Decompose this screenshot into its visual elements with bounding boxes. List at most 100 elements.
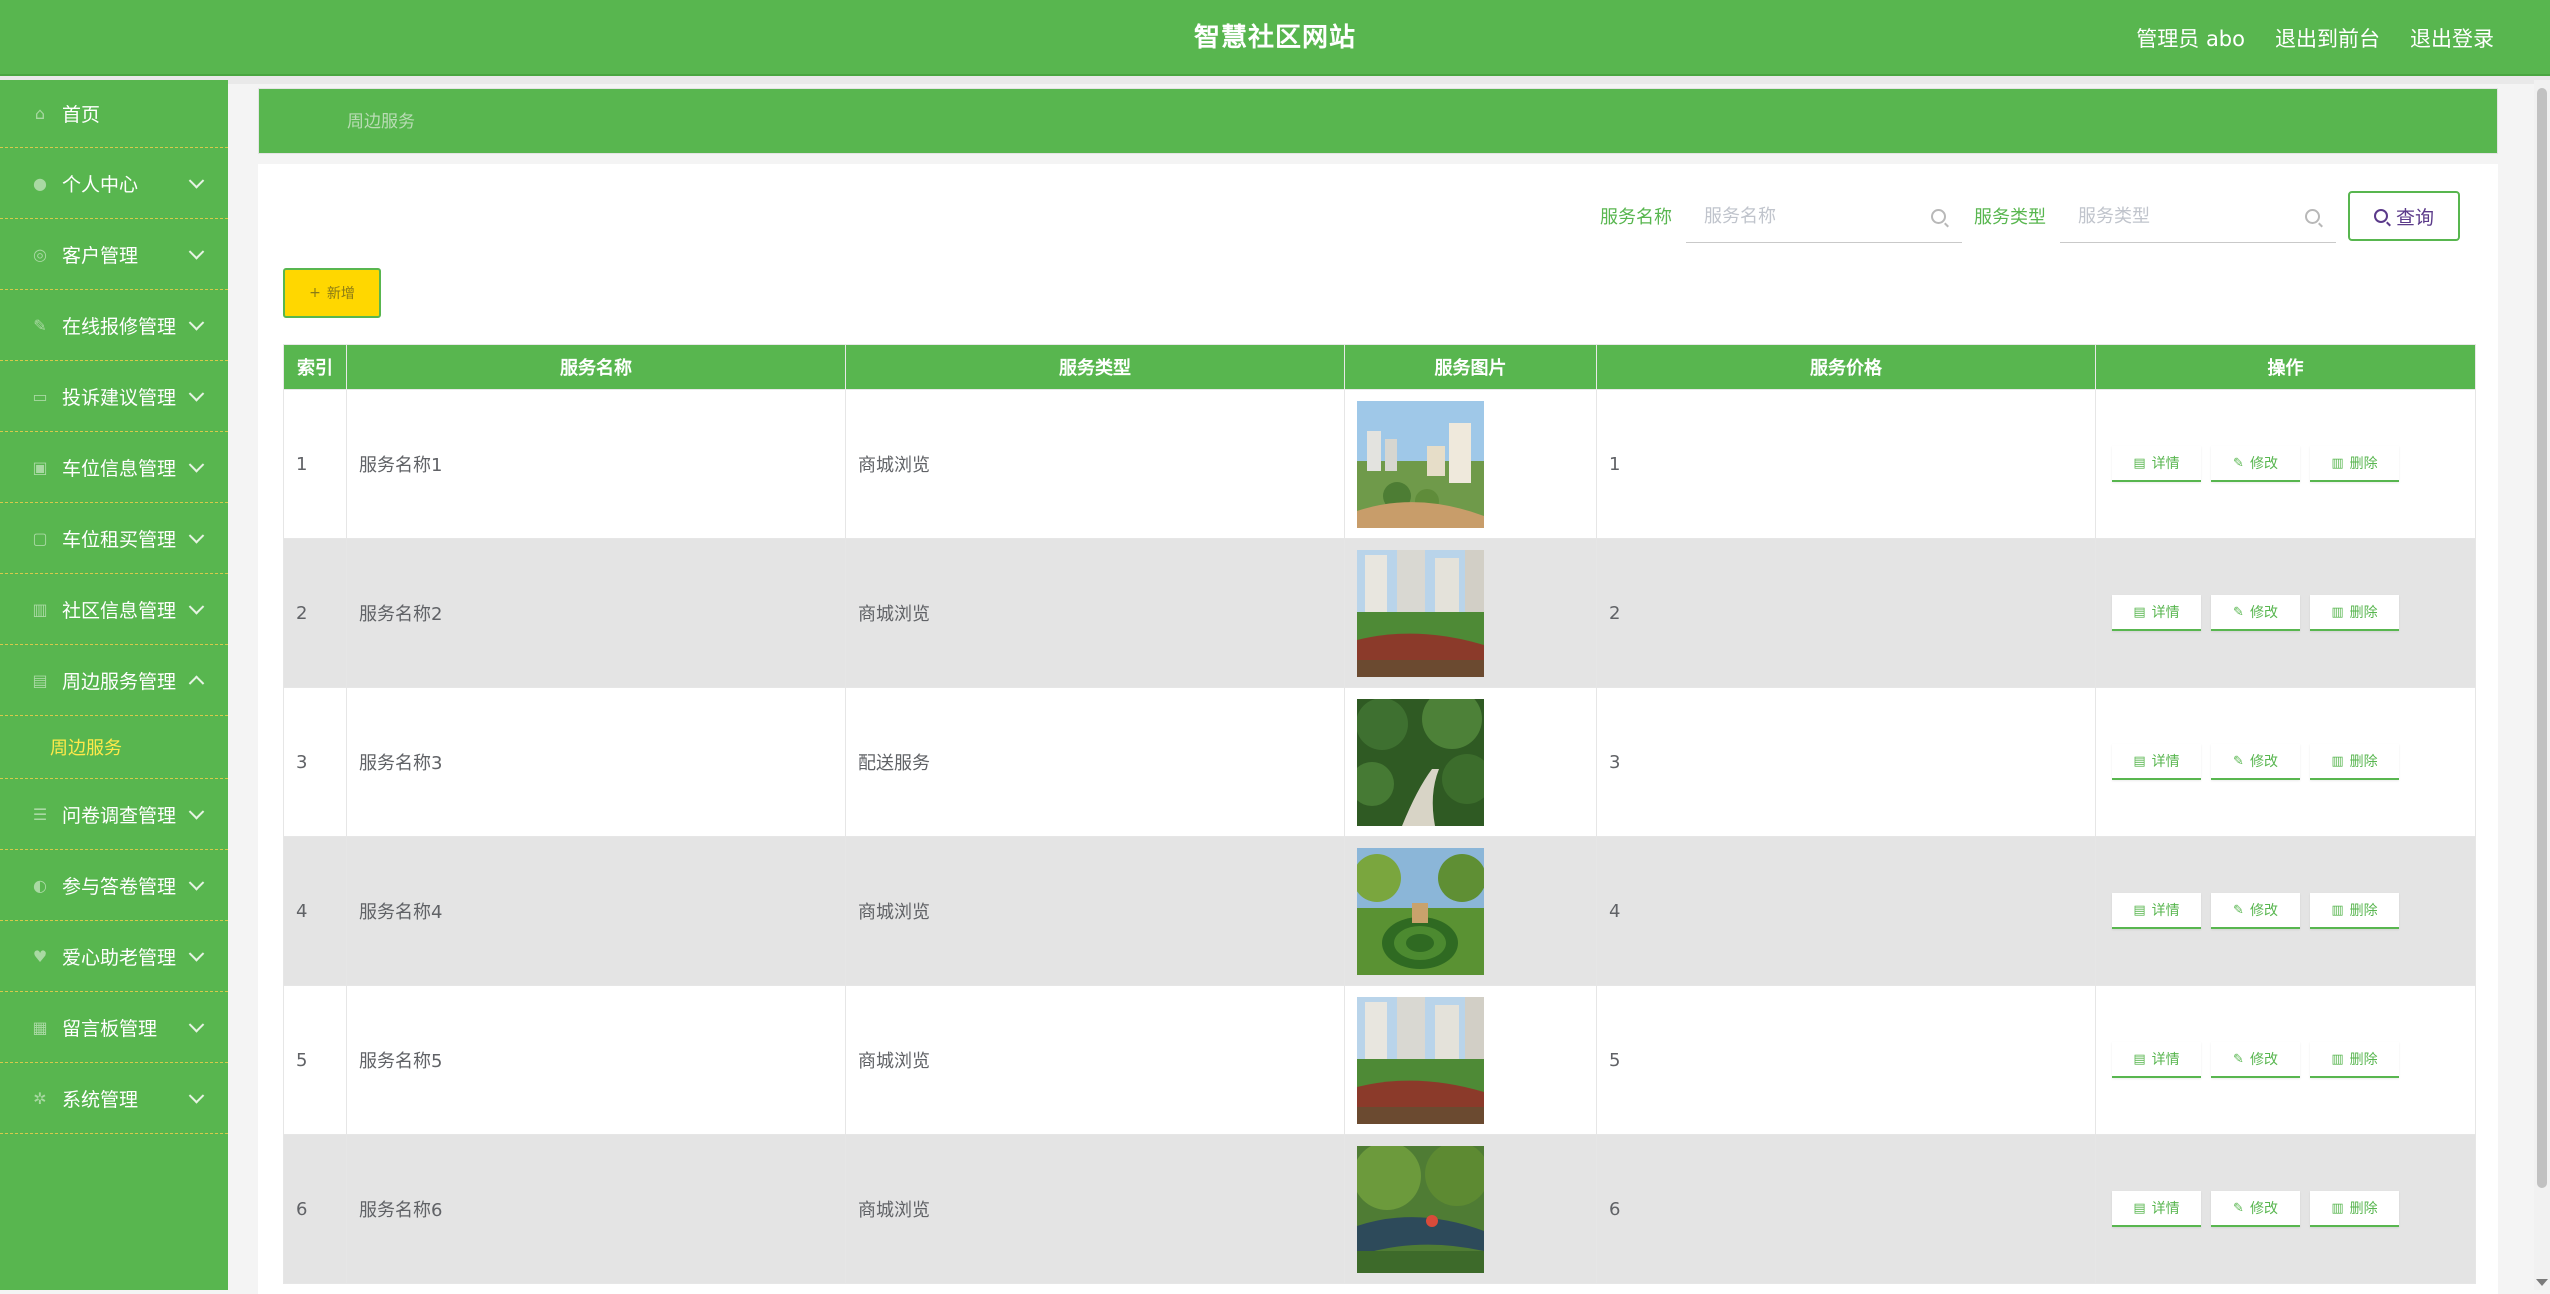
edit-button[interactable]: ✎ 修改: [2211, 893, 2300, 929]
back-to-front-link[interactable]: 退出到前台: [2275, 23, 2380, 53]
search-form: 服务名称 服务类型 查询: [1600, 188, 2460, 244]
query-button[interactable]: 查询: [2348, 191, 2460, 241]
sidebar-item-11[interactable]: ♥ 爱心助老管理: [0, 921, 228, 992]
service-photo-image[interactable]: [1357, 996, 1584, 1124]
detail-button-label: 详情: [2151, 1201, 2180, 1217]
detail-button[interactable]: ▤ 详情: [2112, 1191, 2201, 1227]
vertical-scrollbar[interactable]: [2534, 80, 2550, 1290]
sidebar-item-7[interactable]: ▥ 社区信息管理: [0, 574, 228, 645]
chevron-down-icon: [188, 599, 205, 615]
sidebar-item-2[interactable]: ◎ 客户管理: [0, 219, 228, 290]
detail-button[interactable]: ▤ 详情: [2112, 1042, 2201, 1078]
sidebar-item-label: 系统管理: [62, 1088, 139, 1111]
plus-icon: +: [309, 285, 321, 301]
row-service-image[interactable]: [1344, 836, 1597, 986]
sidebar-item-9[interactable]: ☰ 问卷调查管理: [0, 779, 228, 850]
row-service-type: 商城浏览: [845, 538, 1345, 688]
message-icon: ▦: [32, 1017, 48, 1037]
service-photo-image[interactable]: [1357, 549, 1584, 677]
delete-button[interactable]: ▥ 删除: [2310, 893, 2399, 929]
row-service-image[interactable]: [1344, 1134, 1597, 1284]
delete-button-label: 删除: [2349, 456, 2378, 472]
sidebar-item-12[interactable]: ▦ 留言板管理: [0, 992, 228, 1063]
delete-button[interactable]: ▥ 删除: [2310, 446, 2399, 482]
add-button[interactable]: + 新增: [283, 268, 381, 318]
delete-button-label: 删除: [2349, 754, 2378, 770]
row-actions: ▤ 详情 ✎ 修改 ▥ 删除: [2095, 836, 2476, 986]
row-service-type: 商城浏览: [845, 836, 1345, 986]
edit-icon: ✎: [2233, 902, 2244, 918]
sidebar-item-1[interactable]: ● 个人中心: [0, 148, 228, 219]
sidebar-item-label: 首页: [62, 104, 101, 126]
detail-button[interactable]: ▤ 详情: [2112, 595, 2201, 631]
delete-button[interactable]: ▥ 删除: [2310, 1042, 2399, 1078]
sidebar-item-13[interactable]: ✲ 系统管理: [0, 1063, 228, 1134]
row-service-type: 商城浏览: [845, 985, 1345, 1135]
row-service-image[interactable]: [1344, 985, 1597, 1135]
row-service-image[interactable]: [1344, 687, 1597, 837]
edit-button[interactable]: ✎ 修改: [2211, 595, 2300, 631]
sidebar-item-8[interactable]: ▤ 周边服务管理: [0, 645, 228, 716]
sidebar-item-label: 问卷调查管理: [62, 804, 177, 827]
delete-button[interactable]: ▥ 删除: [2310, 1191, 2399, 1227]
delete-button[interactable]: ▥ 删除: [2310, 595, 2399, 631]
service-type-input[interactable]: [2060, 189, 2310, 243]
service-name-field: [1686, 189, 1962, 243]
users-icon: ◎: [33, 244, 47, 264]
detail-button[interactable]: ▤ 详情: [2112, 446, 2201, 482]
sidebar-item-0[interactable]: ⌂ 首页: [0, 80, 228, 148]
chevron-down-icon: [188, 875, 205, 891]
row-service-price: 5: [1596, 985, 2096, 1135]
sidebar-item-label: 爱心助老管理: [62, 946, 177, 969]
service-name-input[interactable]: [1686, 189, 1936, 243]
row-actions: ▤ 详情 ✎ 修改 ▥ 删除: [2095, 1134, 2476, 1284]
chevron-down-icon: [188, 386, 205, 402]
sidebar-item-3[interactable]: ✎ 在线报修管理: [0, 290, 228, 361]
detail-button[interactable]: ▤ 详情: [2112, 744, 2201, 780]
row-service-image[interactable]: [1344, 538, 1597, 688]
edit-button[interactable]: ✎ 修改: [2211, 1042, 2300, 1078]
edit-button[interactable]: ✎ 修改: [2211, 1191, 2300, 1227]
breadcrumb-current[interactable]: 周边服务: [347, 89, 415, 155]
delete-button-label: 删除: [2349, 903, 2378, 919]
logout-link[interactable]: 退出登录: [2410, 23, 2494, 53]
edit-button[interactable]: ✎ 修改: [2211, 744, 2300, 780]
document-icon: ▤: [2133, 1051, 2146, 1067]
home-icon: ⌂: [34, 104, 46, 123]
col-service-image: 服务图片: [1344, 344, 1597, 390]
service-photo-image[interactable]: [1357, 1145, 1584, 1273]
sidebar-item-4[interactable]: ▭ 投诉建议管理: [0, 361, 228, 432]
trash-icon: ▥: [2331, 604, 2344, 620]
sidebar-item-10[interactable]: ◐ 参与答卷管理: [0, 850, 228, 921]
row-service-image[interactable]: [1344, 389, 1597, 539]
table-row: 2 服务名称2 商城浏览 2 ▤ 详情 ✎ 修改 ▥ 删除: [283, 538, 2476, 688]
service-photo-image[interactable]: [1357, 400, 1584, 528]
scroll-down-arrow-icon[interactable]: [2536, 1279, 2548, 1286]
edit-button[interactable]: ✎ 修改: [2211, 446, 2300, 482]
detail-button-label: 详情: [2151, 903, 2180, 919]
row-service-price: 2: [1596, 538, 2096, 688]
search-icon: [1931, 209, 1946, 224]
detail-button[interactable]: ▤ 详情: [2112, 893, 2201, 929]
parking-icon: ▣: [32, 457, 48, 477]
sidebar-subitem-nearby-service[interactable]: 周边服务: [0, 716, 228, 779]
service-photo-image[interactable]: [1357, 698, 1584, 826]
trash-icon: ▥: [2331, 1051, 2344, 1067]
service-icon: ▤: [32, 670, 48, 690]
delete-button-label: 删除: [2349, 1201, 2378, 1217]
service-type-field: [2060, 189, 2336, 243]
edit-icon: ✎: [2233, 455, 2244, 471]
detail-button-label: 详情: [2151, 1052, 2180, 1068]
add-button-label: 新增: [326, 286, 355, 302]
delete-button[interactable]: ▥ 删除: [2310, 744, 2399, 780]
sidebar-item-5[interactable]: ▣ 车位信息管理: [0, 432, 228, 503]
scrollbar-thumb[interactable]: [2537, 88, 2547, 1188]
edit-button-label: 修改: [2249, 754, 2278, 770]
edit-icon: ✎: [2233, 753, 2244, 769]
service-photo-image[interactable]: [1357, 847, 1584, 975]
trash-icon: ▥: [2331, 455, 2344, 471]
sidebar-item-6[interactable]: ▢ 车位租买管理: [0, 503, 228, 574]
col-service-name: 服务名称: [346, 344, 846, 390]
sidebar-item-label: 在线报修管理: [62, 315, 177, 338]
sidebar-item-label: 投诉建议管理: [62, 386, 177, 409]
